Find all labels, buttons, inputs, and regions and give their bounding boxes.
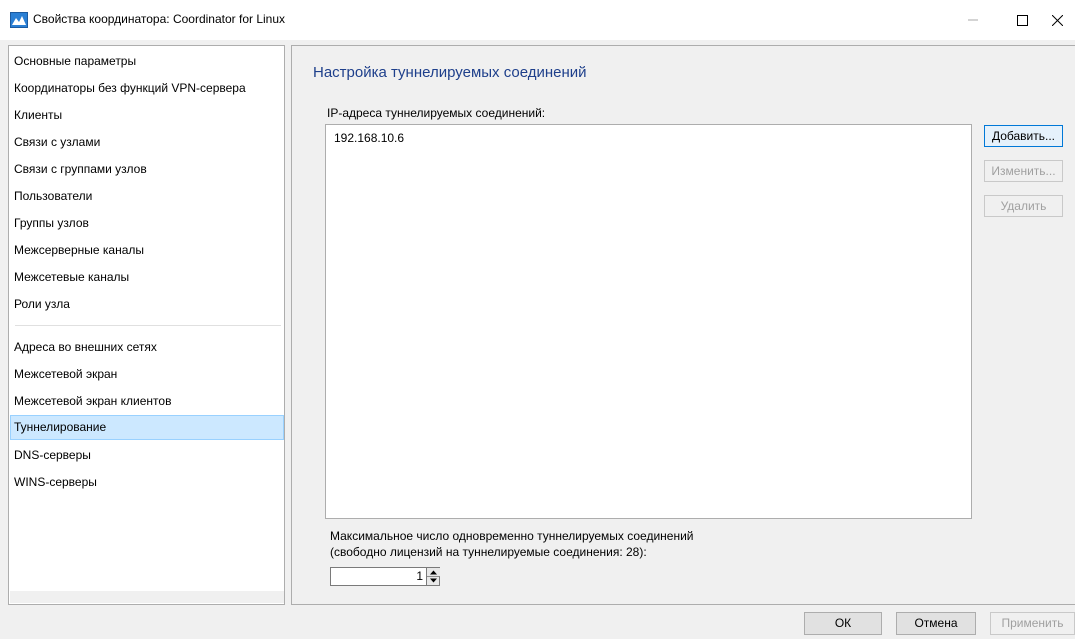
sidebar-item-dns-servers[interactable]: DNS-серверы [10,443,284,468]
stepper-up-icon [427,568,440,577]
sidebar-item-users[interactable]: Пользователи [10,184,284,209]
cancel-button[interactable]: Отмена [896,612,976,635]
ip-list-label: IP-адреса туннелируемых соединений: [327,106,546,120]
sidebar-item-basic-params[interactable]: Основные параметры [10,49,284,74]
sidebar-item-clients[interactable]: Клиенты [10,103,284,128]
stepper-down-icon [430,578,437,583]
window-title: Свойства координатора: Coordinator for L… [33,12,286,26]
app-icon [10,12,28,28]
sidebar-item-firewall[interactable]: Межсетевой экран [10,362,284,387]
sidebar-item-interserver-channels[interactable]: Межсерверные каналы [10,238,284,263]
sidebar-list: Основные параметры Координаторы без функ… [8,45,285,605]
maximize-button[interactable] [999,0,1045,40]
sidebar-item-client-firewall[interactable]: Межсетевой экран клиентов [10,389,284,414]
ip-address-list[interactable]: 192.168.10.6 [325,124,972,519]
sidebar-item-wins-servers[interactable]: WINS-серверы [10,470,284,495]
stepper-buttons[interactable] [426,568,440,585]
delete-button[interactable]: Удалить [984,195,1063,217]
sidebar-item-node-groups[interactable]: Группы узлов [10,211,284,236]
minimize-icon [968,19,978,21]
close-icon [1052,14,1063,26]
apply-button[interactable]: Применить [990,612,1075,635]
sidebar-item-external-addresses[interactable]: Адреса во внешних сетях [10,335,284,360]
max-connections-stepper[interactable]: 1 [330,567,440,586]
sidebar-separator [15,325,281,326]
close-button[interactable] [1050,0,1075,40]
edit-button[interactable]: Изменить... [984,160,1063,182]
minimize-button[interactable] [950,0,996,40]
maximize-icon [1016,14,1028,26]
max-connections-label: Максимальное число одновременно туннелир… [330,529,694,559]
add-button[interactable]: Добавить... [984,125,1063,147]
title-bar: Свойства координатора: Coordinator for L… [0,0,1075,40]
sidebar-item-node-group-links[interactable]: Связи с группами узлов [10,157,284,182]
sidebar-item-tunneling[interactable]: Туннелирование [10,415,284,440]
ok-button[interactable]: ОК [804,612,882,635]
list-item[interactable]: 192.168.10.6 [334,131,404,145]
sidebar-item-coordinators-no-vpn[interactable]: Координаторы без функций VPN-сервера [10,76,284,101]
section-title: Настройка туннелируемых соединений [313,64,587,81]
sidebar-scroll-strip [10,591,284,603]
sidebar-item-internetwork-channels[interactable]: Межсетевые каналы [10,265,284,290]
sidebar-item-node-links[interactable]: Связи с узлами [10,130,284,155]
sidebar-item-node-roles[interactable]: Роли узла [10,292,284,317]
max-connections-value[interactable]: 1 [416,569,423,583]
